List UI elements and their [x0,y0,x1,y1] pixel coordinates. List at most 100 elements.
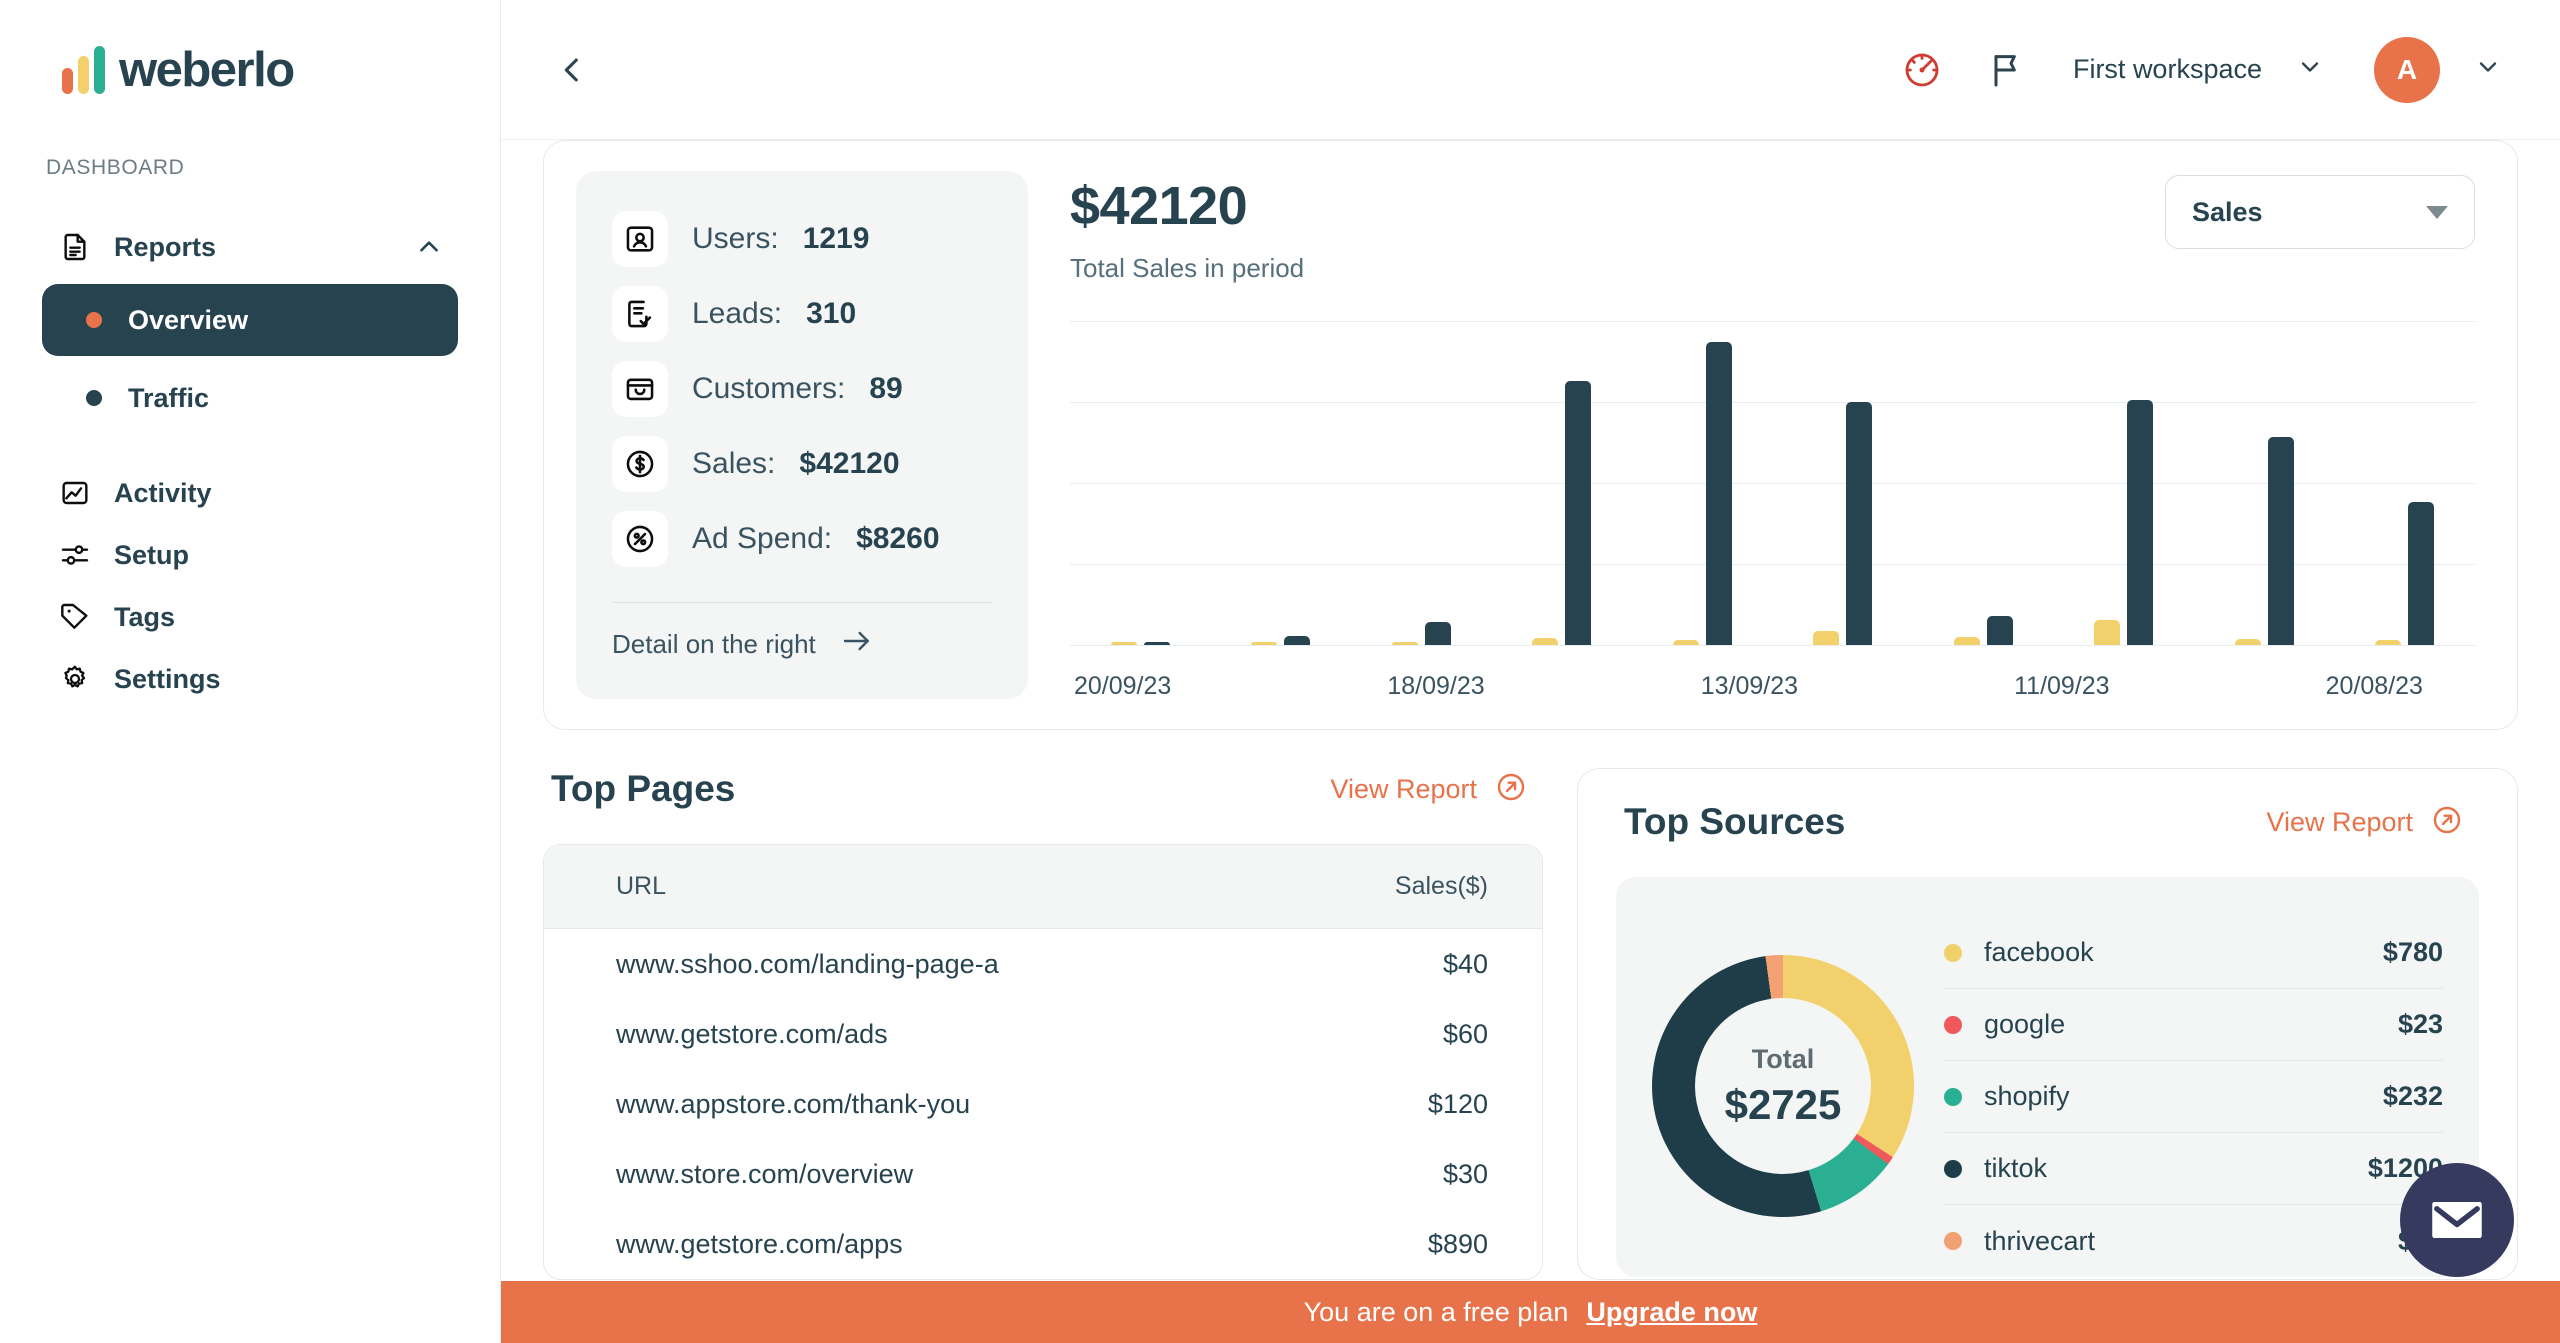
bar-ad-spend[interactable] [2094,620,2121,645]
bar-sales[interactable] [1143,642,1170,645]
bar-group[interactable] [1632,321,1773,645]
page-title: Top Pages [551,768,736,809]
source-name: thrivecart [1984,1225,2096,1256]
sidebar-item-tags[interactable]: Tags [42,586,458,648]
sidebar-item-activity[interactable]: Activity [42,462,458,524]
sidebar-item-overview[interactable]: Overview [42,284,458,356]
upgrade-now-link[interactable]: Upgrade now [1586,1297,1757,1328]
top-sources-view-report-link[interactable]: View Report [2266,804,2463,841]
bar-group[interactable] [1773,321,1914,645]
bar-ad-spend[interactable] [1672,640,1699,645]
bar-group[interactable] [1492,321,1633,645]
dashboard-scroll-area[interactable]: Users: 1219 Leads: 310 Customers: 89 Sal… [501,140,2560,1343]
gear-icon [58,662,92,696]
stat-row: Customers: 89 [612,361,992,417]
list-item[interactable]: shopify $232 [1944,1061,2443,1133]
bar-group[interactable] [2054,321,2195,645]
bar-group[interactable] [1070,321,1211,645]
sidebar-item-label: Setup [114,539,190,570]
cell-url: www.getstore.com/apps [616,1228,903,1259]
bar-sales[interactable] [2127,399,2154,645]
bar-group[interactable] [1211,321,1352,645]
gridline [1070,645,2475,646]
list-item[interactable]: google $23 [1944,989,2443,1061]
source-color-dot [1944,1232,1962,1250]
x-axis-tick: 13/09/23 [1700,672,1799,700]
top-pages-view-report-link[interactable]: View Report [1330,771,1527,808]
bar-sales[interactable] [2267,436,2294,645]
bar-sales[interactable] [1284,636,1311,645]
detail-link-label: Detail on the right [612,629,816,659]
avatar-chevron-down-icon[interactable] [2474,53,2502,86]
stat-value: 1219 [802,222,870,255]
bar-ad-spend[interactable] [1532,637,1559,645]
source-name: tiktok [1984,1153,2048,1183]
chat-widget-button[interactable] [2400,1163,2514,1277]
lead-check-icon [612,286,668,342]
bar-ad-spend[interactable] [1251,642,1278,645]
arrow-right-icon [840,629,874,660]
bag-icon [612,361,668,417]
top-pages-table: URL Sales($) www.sshoo.com/landing-page-… [543,844,1543,1280]
bar-sales[interactable] [1565,381,1592,645]
list-item[interactable]: facebook $780 [1944,917,2443,989]
workspace-name[interactable]: First workspace [2073,54,2262,85]
bar-ad-spend[interactable] [1391,642,1418,645]
bar-group[interactable] [1351,321,1492,645]
table-row[interactable]: www.appstore.com/thank-you $120 [544,1069,1542,1139]
back-button[interactable] [543,41,601,99]
banner-text: You are on a free plan [1303,1296,1569,1327]
chevron-down-icon[interactable] [2296,53,2324,86]
sidebar-section-label: DASHBOARD [46,156,185,179]
cell-url: www.store.com/overview [616,1158,914,1189]
bar-ad-spend[interactable] [1110,642,1137,645]
bar-sales[interactable] [1846,402,1873,645]
source-name: google [1984,1009,2066,1039]
speedometer-icon[interactable] [1897,45,1947,95]
bar-sales[interactable] [1424,621,1451,645]
donut-center: Total $2725 [1695,998,1871,1174]
table-row[interactable]: www.sshoo.com/landing-page-a $40 [544,929,1542,999]
table-row[interactable]: www.getstore.com/ads $60 [544,999,1542,1069]
bar-ad-spend[interactable] [2234,639,2261,645]
logo[interactable]: weberlo [0,0,500,98]
bar-ad-spend[interactable] [1813,630,1840,645]
avatar[interactable]: A [2374,36,2440,103]
source-amount: $23 [2397,1009,2443,1039]
sidebar-item-settings[interactable]: Settings [42,648,458,710]
bar-sales[interactable] [1705,341,1732,645]
table-row[interactable]: www.store.com/overview $30 [544,1139,1542,1209]
source-color-dot [1944,1159,1962,1178]
bar-group[interactable] [2335,321,2476,645]
donut-total-value: $2725 [1724,1080,1842,1128]
sidebar-item-reports[interactable]: Reports [42,216,458,278]
topbar: First workspace A [501,0,2560,140]
free-plan-banner: You are on a free plan Upgrade now [501,1281,2560,1343]
bar-sales[interactable] [1986,616,2013,645]
detail-on-the-right-link[interactable]: Detail on the right [612,629,992,660]
donut-total-label: Total [1751,1043,1815,1074]
bar-group[interactable] [2194,321,2335,645]
bar-ad-spend[interactable] [1953,637,1980,645]
sidebar-item-label: Settings [114,663,221,694]
bottom-panels: Top Pages View Report URL Sales($) www.s… [543,768,2518,1280]
list-item[interactable]: thrivecart$49 [1944,1205,2443,1277]
metric-select[interactable]: Sales [2165,175,2475,249]
bar-ad-spend[interactable] [2375,639,2402,645]
sidebar-subnav-reports: Overview Traffic [42,284,458,434]
chart-subtitle: Total Sales in period [1070,253,1305,283]
chevron-up-icon[interactable] [416,234,442,260]
metric-select-value: Sales [2192,196,2263,227]
chart-headline: $42120 [1070,176,1248,236]
table-row[interactable]: www.getstore.com/apps $890 [544,1209,1542,1279]
source-color-dot [1944,1087,1962,1106]
flag-icon[interactable] [1981,45,2031,95]
cell-url: www.appstore.com/thank-you [616,1088,971,1119]
list-item[interactable]: tiktok $1200 [1944,1133,2443,1205]
source-color-dot [1944,1015,1962,1034]
chart-x-axis: 20/09/23 18/09/23 13/09/23 11/09/23 20/08/23 [1070,672,2475,701]
bar-sales[interactable] [2408,501,2435,645]
bar-group[interactable] [1913,321,2054,645]
sidebar-item-setup[interactable]: Setup [42,524,458,586]
sidebar-item-traffic[interactable]: Traffic [42,362,458,434]
